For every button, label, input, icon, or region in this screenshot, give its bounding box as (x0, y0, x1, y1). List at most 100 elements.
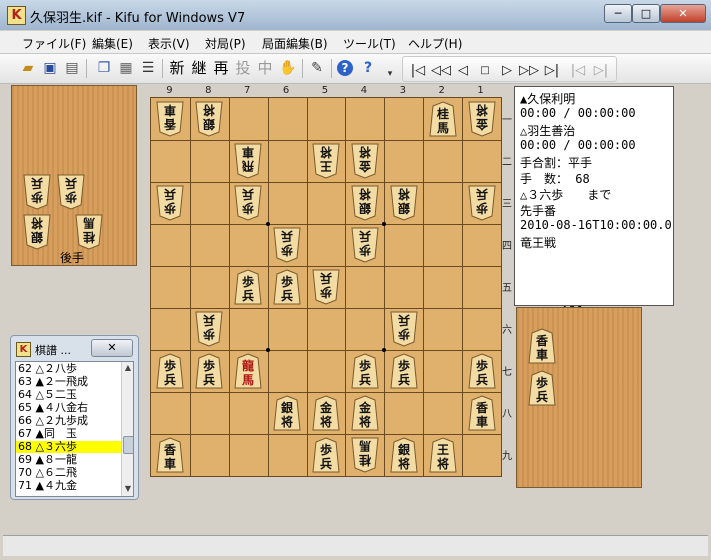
kifu-move-row[interactable]: 64 △５二玉 (16, 389, 122, 401)
kifu-move-row[interactable]: 68 △３六歩 (16, 441, 122, 453)
gote-hand-piece[interactable]: 歩兵歩兵 (56, 174, 86, 210)
last-move-button[interactable]: ▷| (542, 61, 562, 81)
status-bar (3, 535, 708, 556)
toolbar-overflow-icon[interactable]: ▾ (380, 64, 400, 84)
interrupt-button[interactable]: 中 (255, 58, 275, 78)
shogi-piece-4-9[interactable]: 桂馬桂馬 (350, 437, 380, 473)
branch-back-button[interactable]: |◁ (568, 61, 588, 81)
shogi-piece-4-3[interactable]: 銀将銀将 (350, 185, 380, 221)
shogi-piece-6-8[interactable]: 銀将銀将 (272, 395, 302, 431)
kifu-move-row[interactable]: 70 △６二飛 (16, 467, 122, 479)
stop-button[interactable]: □ (475, 61, 495, 81)
gote-hand-piece[interactable]: 桂馬桂馬 (74, 214, 104, 250)
shogi-piece-9-1[interactable]: 香車香車 (155, 101, 185, 137)
back-ten-button[interactable]: ◁◁ (431, 61, 451, 81)
hand-icon[interactable]: ✋ (278, 58, 298, 78)
shogi-piece-1-1[interactable]: 金将金将 (467, 101, 497, 137)
sente-piece-stand[interactable]: 先手 香車香車歩兵歩兵 (516, 295, 642, 488)
shogi-piece-6-5[interactable]: 歩兵歩兵 (272, 269, 302, 305)
kifu-move-row[interactable]: 66 △２九歩成 (16, 415, 122, 427)
shogi-piece-5-9[interactable]: 歩兵歩兵 (311, 437, 341, 473)
gote-piece-stand[interactable]: 後手 歩兵歩兵歩兵歩兵銀将銀将桂馬桂馬 (11, 85, 137, 266)
shogi-piece-9-7[interactable]: 歩兵歩兵 (155, 353, 185, 389)
shogi-piece-7-2[interactable]: 飛車飛車 (233, 143, 263, 179)
shogi-piece-9-3[interactable]: 歩兵歩兵 (155, 185, 185, 221)
sente-hand-piece[interactable]: 歩兵歩兵 (527, 370, 557, 406)
kifu-move-row[interactable]: 71 ▲４九金 (16, 480, 122, 492)
shogi-piece-1-3[interactable]: 歩兵歩兵 (467, 185, 497, 221)
shogi-piece-7-5[interactable]: 歩兵歩兵 (233, 269, 263, 305)
file-label: 9 (166, 85, 173, 96)
kifu-move-row[interactable]: 69 ▲８一龍 (16, 454, 122, 466)
shogi-piece-7-3[interactable]: 歩兵歩兵 (233, 185, 263, 221)
gote-hand-piece[interactable]: 銀将銀将 (22, 214, 52, 250)
menu-tools[interactable]: ツール(T) (343, 35, 396, 52)
shogi-board[interactable]: 香車香車銀将銀将桂馬桂馬金将金将飛車飛車王将王将金将金将歩兵歩兵歩兵歩兵銀将銀将… (150, 97, 502, 477)
shogi-piece-5-5[interactable]: 歩兵歩兵 (311, 269, 341, 305)
resign-button[interactable]: 投 (233, 58, 253, 78)
kifu-move-list[interactable]: 62 △２八歩 63 ▲２一飛成 64 △５二玉 65 ▲４八金右 66 △２九歩成 67… (15, 361, 134, 497)
shogi-piece-7-7[interactable]: 龍馬龍馬 (233, 353, 263, 389)
file-label: 3 (399, 85, 406, 96)
shogi-piece-2-9[interactable]: 王将王将 (428, 437, 458, 473)
shogi-piece-4-8[interactable]: 金将金将 (350, 395, 380, 431)
scroll-down-icon[interactable]: ▼ (122, 483, 133, 495)
shogi-piece-4-4[interactable]: 歩兵歩兵 (350, 227, 380, 263)
menu-edit[interactable]: 編集(E) (92, 35, 133, 52)
close-button[interactable]: ✕ (660, 4, 706, 23)
kifu-move-row[interactable]: 65 ▲４八金右 (16, 402, 122, 414)
wrench-icon[interactable]: ✎ (307, 58, 327, 78)
context-help-icon[interactable]: ? (358, 58, 378, 78)
menu-view[interactable]: 表示(V) (148, 35, 190, 52)
save-icon[interactable]: ▣ (40, 58, 60, 78)
new-game-button[interactable]: 新 (167, 58, 187, 78)
replay-button[interactable]: 再 (211, 58, 231, 78)
list-icon[interactable]: ☰ (138, 58, 158, 78)
kifu-move-row[interactable]: 62 △２八歩 (16, 363, 122, 375)
menu-file[interactable]: ファイル(F) (22, 35, 86, 52)
shogi-piece-8-7[interactable]: 歩兵歩兵 (194, 353, 224, 389)
shogi-piece-2-1[interactable]: 桂馬桂馬 (428, 101, 458, 137)
rank-label: 九 (502, 451, 512, 462)
shogi-piece-3-7[interactable]: 歩兵歩兵 (389, 353, 419, 389)
gote-hand-piece[interactable]: 歩兵歩兵 (22, 174, 52, 210)
kifu-move-row[interactable]: 63 ▲２一飛成 (16, 376, 122, 388)
menu-position-edit[interactable]: 局面編集(B) (262, 35, 328, 52)
help-icon[interactable]: ? (337, 60, 353, 76)
shogi-piece-8-1[interactable]: 銀将銀将 (194, 101, 224, 137)
shogi-piece-8-6[interactable]: 歩兵歩兵 (194, 311, 224, 347)
kifu-window-title-bar[interactable]: K 棋譜 ... ✕ (13, 338, 134, 358)
forward-ten-button[interactable]: ▷▷ (519, 61, 539, 81)
minimize-button[interactable]: ─ (604, 4, 632, 23)
forward-button[interactable]: ▷ (497, 61, 517, 81)
title-bar[interactable]: K 久保羽生.kif - Kifu for Windows V7 ─ □ ✕ (0, 0, 711, 30)
shogi-piece-3-6[interactable]: 歩兵歩兵 (389, 311, 419, 347)
open-icon[interactable]: ▰ (18, 58, 38, 78)
scroll-thumb[interactable] (123, 436, 133, 454)
shogi-piece-5-2[interactable]: 王将王将 (311, 143, 341, 179)
print-icon[interactable]: ▤ (62, 58, 82, 78)
back-button[interactable]: ◁ (453, 61, 473, 81)
copy-icon[interactable]: ❐ (94, 58, 114, 78)
shogi-piece-1-8[interactable]: 香車香車 (467, 395, 497, 431)
shogi-piece-3-3[interactable]: 銀将銀将 (389, 185, 419, 221)
sente-hand-piece[interactable]: 香車香車 (527, 328, 557, 364)
kifu-scrollbar[interactable]: ▲ ▼ (121, 362, 133, 496)
menu-help[interactable]: ヘルプ(H) (408, 35, 462, 52)
shogi-piece-3-9[interactable]: 銀将銀将 (389, 437, 419, 473)
kifu-move-row[interactable]: 67 ▲同 玉 (16, 428, 122, 440)
menu-game[interactable]: 対局(P) (205, 35, 246, 52)
shogi-piece-4-2[interactable]: 金将金将 (350, 143, 380, 179)
branch-forward-button[interactable]: ▷| (591, 61, 611, 81)
maximize-button[interactable]: □ (632, 4, 660, 23)
shogi-piece-5-8[interactable]: 金将金将 (311, 395, 341, 431)
shogi-piece-4-7[interactable]: 歩兵歩兵 (350, 353, 380, 389)
shogi-piece-6-4[interactable]: 歩兵歩兵 (272, 227, 302, 263)
continue-button[interactable]: 継 (189, 58, 209, 78)
first-move-button[interactable]: |◁ (408, 61, 428, 81)
kifu-close-button[interactable]: ✕ (91, 339, 133, 357)
shogi-piece-1-7[interactable]: 歩兵歩兵 (467, 353, 497, 389)
scroll-up-icon[interactable]: ▲ (122, 362, 133, 374)
shogi-piece-9-9[interactable]: 香車香車 (155, 437, 185, 473)
paste-icon[interactable]: ▦ (116, 58, 136, 78)
